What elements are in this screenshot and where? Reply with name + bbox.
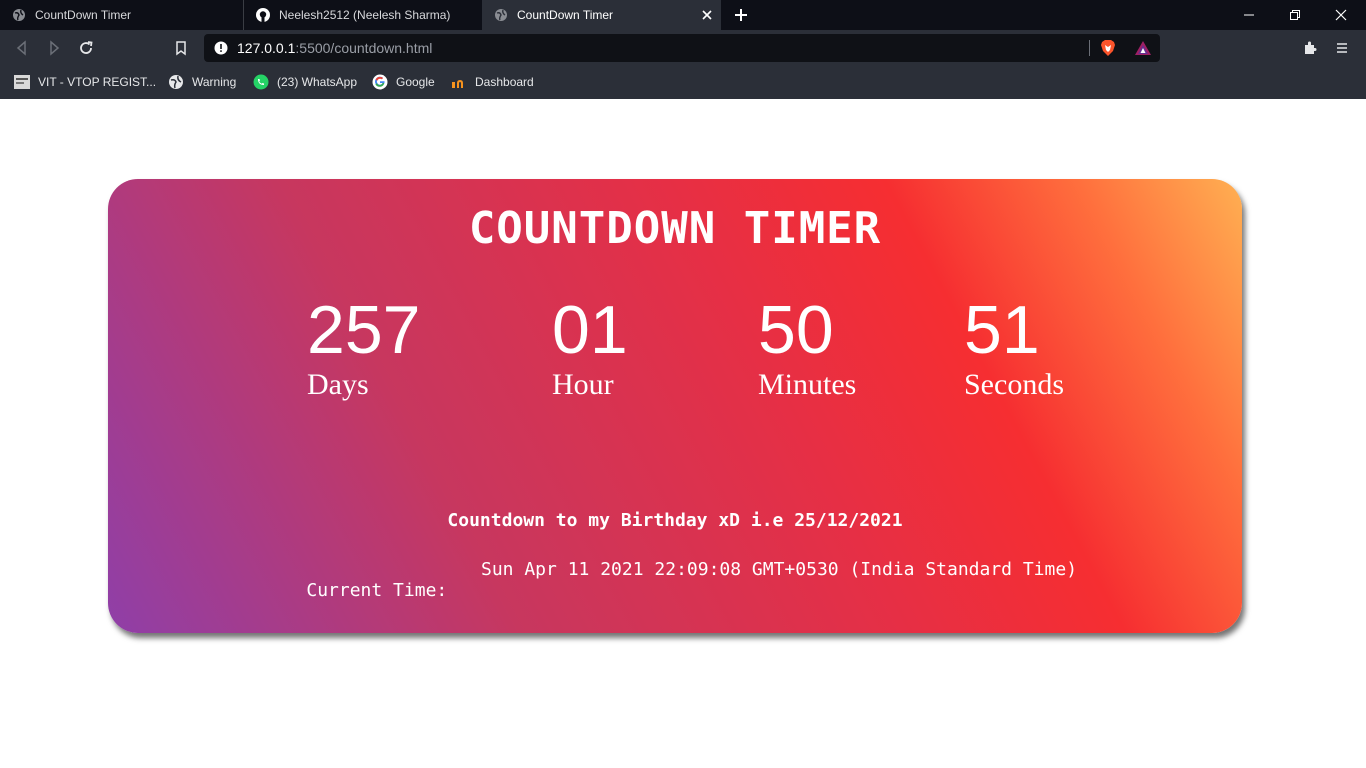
address-bar[interactable]: 127.0.0.1:5500/countdown.html	[204, 34, 1160, 62]
seconds-label: Seconds	[964, 368, 1064, 401]
current-time-row: Current Time: Sun Apr 11 2021 22:09:08 G…	[263, 559, 1077, 643]
countdown-note: Countdown to my Birthday xD i.e 25/12/20…	[447, 510, 903, 531]
bookmark-whatsapp[interactable]: (23) WhatsApp	[253, 73, 357, 91]
countdown-days: 257 Days	[307, 294, 420, 402]
url-text[interactable]: 127.0.0.1:5500/countdown.html	[237, 40, 432, 56]
minimize-icon[interactable]	[1226, 0, 1272, 30]
bookmark-icon[interactable]	[173, 40, 189, 56]
tab-title: Neelesh2512 (Neelesh Sharma)	[279, 8, 451, 22]
dashboard-icon	[451, 74, 467, 90]
url-host: 127.0.0.1	[237, 40, 296, 56]
days-label: Days	[307, 368, 369, 401]
countdown-seconds: 51 Seconds	[964, 294, 1064, 402]
bookmarks-bar: VIT - VTOP REGIST... Warning (23) WhatsA…	[0, 66, 1366, 99]
reload-icon[interactable]	[78, 40, 94, 56]
globe-icon	[168, 74, 184, 90]
tab-title: CountDown Timer	[517, 8, 614, 22]
current-time-label: Current Time:	[306, 580, 448, 601]
bookmark-dashboard[interactable]: Dashboard	[451, 73, 534, 91]
brave-shields-icon[interactable]	[1100, 39, 1116, 57]
minutes-label: Minutes	[758, 368, 857, 401]
bookmark-google[interactable]: Google	[372, 73, 435, 91]
close-window-icon[interactable]	[1318, 0, 1364, 30]
tab-countdown-active[interactable]: CountDown Timer	[482, 0, 721, 30]
bookmark-label: Google	[396, 75, 435, 89]
bookmark-label: (23) WhatsApp	[277, 75, 358, 89]
github-icon	[256, 8, 270, 22]
tab-github[interactable]: Neelesh2512 (Neelesh Sharma)	[243, 0, 482, 30]
bookmark-warning[interactable]: Warning	[168, 73, 236, 91]
vtop-icon	[14, 74, 30, 90]
tab-title: CountDown Timer	[35, 8, 132, 22]
menu-icon[interactable]	[1334, 40, 1350, 56]
hours-label: Hour	[552, 368, 614, 401]
back-icon[interactable]	[14, 40, 30, 56]
countdown-hours: 01 Hour	[552, 294, 628, 402]
extensions-icon[interactable]	[1302, 40, 1318, 56]
hours-value: 01	[552, 292, 628, 368]
site-info-icon[interactable]	[214, 41, 228, 55]
globe-icon	[12, 8, 26, 22]
countdown-card: COUNTDOWN TIMER 257 Days 01 Hour 50 Minu…	[108, 179, 1242, 633]
current-time-value: Sun Apr 11 2021 22:09:08 GMT+0530 (India…	[481, 559, 1078, 580]
bookmark-label: Warning	[192, 75, 237, 89]
countdown-minutes: 50 Minutes	[758, 294, 856, 402]
page-title: COUNTDOWN TIMER	[468, 203, 882, 254]
seconds-value: 51	[964, 292, 1040, 368]
google-icon	[372, 74, 388, 90]
tab-countdown-1[interactable]: CountDown Timer	[0, 0, 243, 30]
tab-bar: CountDown Timer Neelesh2512 (Neelesh Sha…	[0, 0, 1366, 30]
url-separator	[1089, 40, 1090, 56]
url-path: :5500/countdown.html	[295, 40, 433, 56]
browser-toolbar: 127.0.0.1:5500/countdown.html	[0, 30, 1366, 66]
brave-rewards-icon[interactable]	[1134, 40, 1152, 56]
bookmark-label: Dashboard	[475, 75, 534, 89]
bookmark-vtop[interactable]: VIT - VTOP REGIST...	[14, 73, 156, 91]
globe-icon	[494, 8, 508, 22]
forward-icon[interactable]	[46, 40, 62, 56]
new-tab-icon[interactable]	[733, 7, 749, 23]
bookmark-label: VIT - VTOP REGIST...	[38, 75, 157, 89]
whatsapp-icon	[253, 74, 269, 90]
restore-icon[interactable]	[1272, 0, 1318, 30]
close-tab-icon[interactable]	[700, 8, 714, 22]
minutes-value: 50	[758, 292, 834, 368]
days-value: 257	[307, 292, 421, 368]
